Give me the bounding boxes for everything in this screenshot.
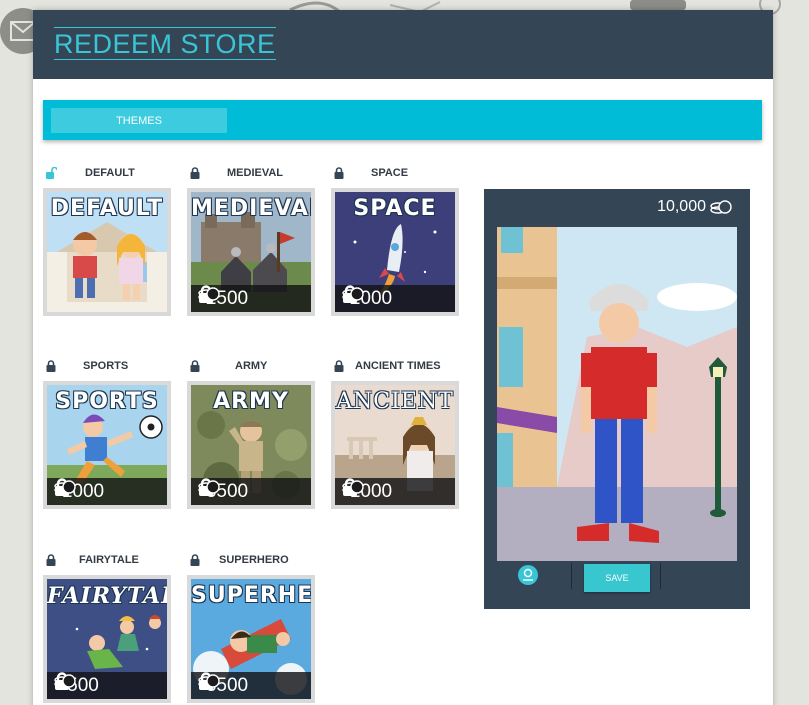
theme-art-title: MEDIEVAL xyxy=(191,196,311,221)
theme-label: SPACE xyxy=(331,165,459,181)
unlock-icon xyxy=(46,167,57,179)
price-bar: 1000 xyxy=(47,478,167,505)
theme-army: ARMY ARMY 3500 xyxy=(187,358,315,509)
theme-label: DEFAULT xyxy=(43,165,171,181)
theme-card-fairytale[interactable]: FAIRYTALE 500 xyxy=(43,575,171,703)
price-bar: 2000 xyxy=(335,285,455,312)
theme-card-army[interactable]: ARMY 3500 xyxy=(187,381,315,509)
coins-icon xyxy=(342,287,364,301)
theme-art: SPORTS 1000 xyxy=(47,385,167,505)
theme-name: SPORTS xyxy=(83,360,129,372)
lock-icon xyxy=(46,554,56,566)
toolbar-divider xyxy=(571,563,572,589)
modal-header: REDEEM STORE xyxy=(33,10,773,79)
theme-art: MEDIEVAL 2500 xyxy=(191,192,311,312)
theme-card-default[interactable]: DEFAULT xyxy=(43,188,171,316)
theme-art-title: FAIRYTALE xyxy=(47,583,167,609)
theme-label: ARMY xyxy=(187,358,315,374)
theme-label: SUPERHERO xyxy=(187,552,315,568)
avatar-scene xyxy=(497,227,737,561)
theme-art: SPACE 2000 xyxy=(335,192,455,312)
theme-medieval: MEDIEVAL MEDIEVAL 2500 xyxy=(187,165,315,316)
theme-art-title: SPORTS xyxy=(55,389,159,414)
theme-art-title: ANCIENT xyxy=(336,389,454,414)
theme-card-ancient-times[interactable]: ANCIENT 1000 xyxy=(331,381,459,509)
lock-icon xyxy=(190,360,200,372)
theme-space: SPACE SPACE 2000 xyxy=(331,165,459,316)
price-bar: 1000 xyxy=(335,478,455,505)
theme-name: ANCIENT TIMES xyxy=(355,360,441,372)
redeem-store-modal: REDEEM STORE THEMES DEFAULT DEFAULT MEDI… xyxy=(33,10,773,705)
price-bar: 2500 xyxy=(191,285,311,312)
coins-icon xyxy=(710,200,732,214)
tab-themes[interactable]: THEMES xyxy=(51,108,227,133)
lock-icon xyxy=(190,167,200,179)
lock-icon xyxy=(190,554,200,566)
price-bar: 500 xyxy=(47,672,167,699)
lock-icon xyxy=(334,360,344,372)
lock-icon xyxy=(46,360,56,372)
balance-value: 10,000 xyxy=(657,198,706,215)
theme-default: DEFAULT DEFAULT xyxy=(43,165,171,316)
theme-name: SUPERHERO xyxy=(219,554,289,566)
theme-name: FAIRYTALE xyxy=(79,554,139,566)
store-title: REDEEM STORE xyxy=(54,27,276,60)
lock-icon xyxy=(334,167,344,179)
coins-icon xyxy=(54,674,76,688)
theme-art: ANCIENT 1000 xyxy=(335,385,455,505)
theme-name: MEDIEVAL xyxy=(227,167,284,179)
coins-icon xyxy=(198,674,220,688)
theme-art-title: SUPERHERO xyxy=(191,583,311,608)
tab-bar: THEMES xyxy=(43,100,762,140)
save-button[interactable]: SAVE xyxy=(584,564,650,592)
toolbar-divider xyxy=(660,563,661,589)
theme-label: MEDIEVAL xyxy=(187,165,315,181)
theme-name: ARMY xyxy=(235,360,268,372)
theme-label: ANCIENT TIMES xyxy=(331,358,459,374)
price-bar: 3500 xyxy=(191,478,311,505)
theme-art: DEFAULT xyxy=(47,192,167,312)
coins-icon xyxy=(342,480,364,494)
theme-art-title: ARMY xyxy=(213,389,289,414)
theme-card-medieval[interactable]: MEDIEVAL 2500 xyxy=(187,188,315,316)
avatar-scene-artwork xyxy=(497,227,737,561)
coins-icon xyxy=(198,287,220,301)
theme-label: SPORTS xyxy=(43,358,171,374)
theme-sports: SPORTS SPORTS 1000 xyxy=(43,358,171,509)
theme-label: FAIRYTALE xyxy=(43,552,171,568)
theme-art-title: SPACE xyxy=(353,196,437,221)
theme-art: SUPERHERO 3500 xyxy=(191,579,311,699)
coin-balance: 10,000 xyxy=(657,198,732,216)
theme-card-superhero[interactable]: SUPERHERO 3500 xyxy=(187,575,315,703)
price-bar: 3500 xyxy=(191,672,311,699)
theme-fairytale: FAIRYTALE FAIRYTALE xyxy=(43,552,171,703)
coins-icon xyxy=(54,480,76,494)
theme-name: SPACE xyxy=(371,167,409,179)
theme-art: FAIRYTALE 500 xyxy=(47,579,167,699)
theme-name: DEFAULT xyxy=(85,167,135,179)
theme-ancient-times: ANCIENT TIMES ANCIENT 1000 xyxy=(331,358,459,509)
theme-art: ARMY 3500 xyxy=(191,385,311,505)
theme-card-space[interactable]: SPACE 2000 xyxy=(331,188,459,316)
theme-card-sports[interactable]: SPORTS 1000 xyxy=(43,381,171,509)
coins-icon xyxy=(198,480,220,494)
theme-art-title: DEFAULT xyxy=(50,196,164,221)
avatar-icon[interactable] xyxy=(518,565,538,585)
avatar-preview-panel: 10,000 SAVE xyxy=(484,189,750,609)
theme-superhero: SUPERHERO SUPERHERO xyxy=(187,552,315,703)
